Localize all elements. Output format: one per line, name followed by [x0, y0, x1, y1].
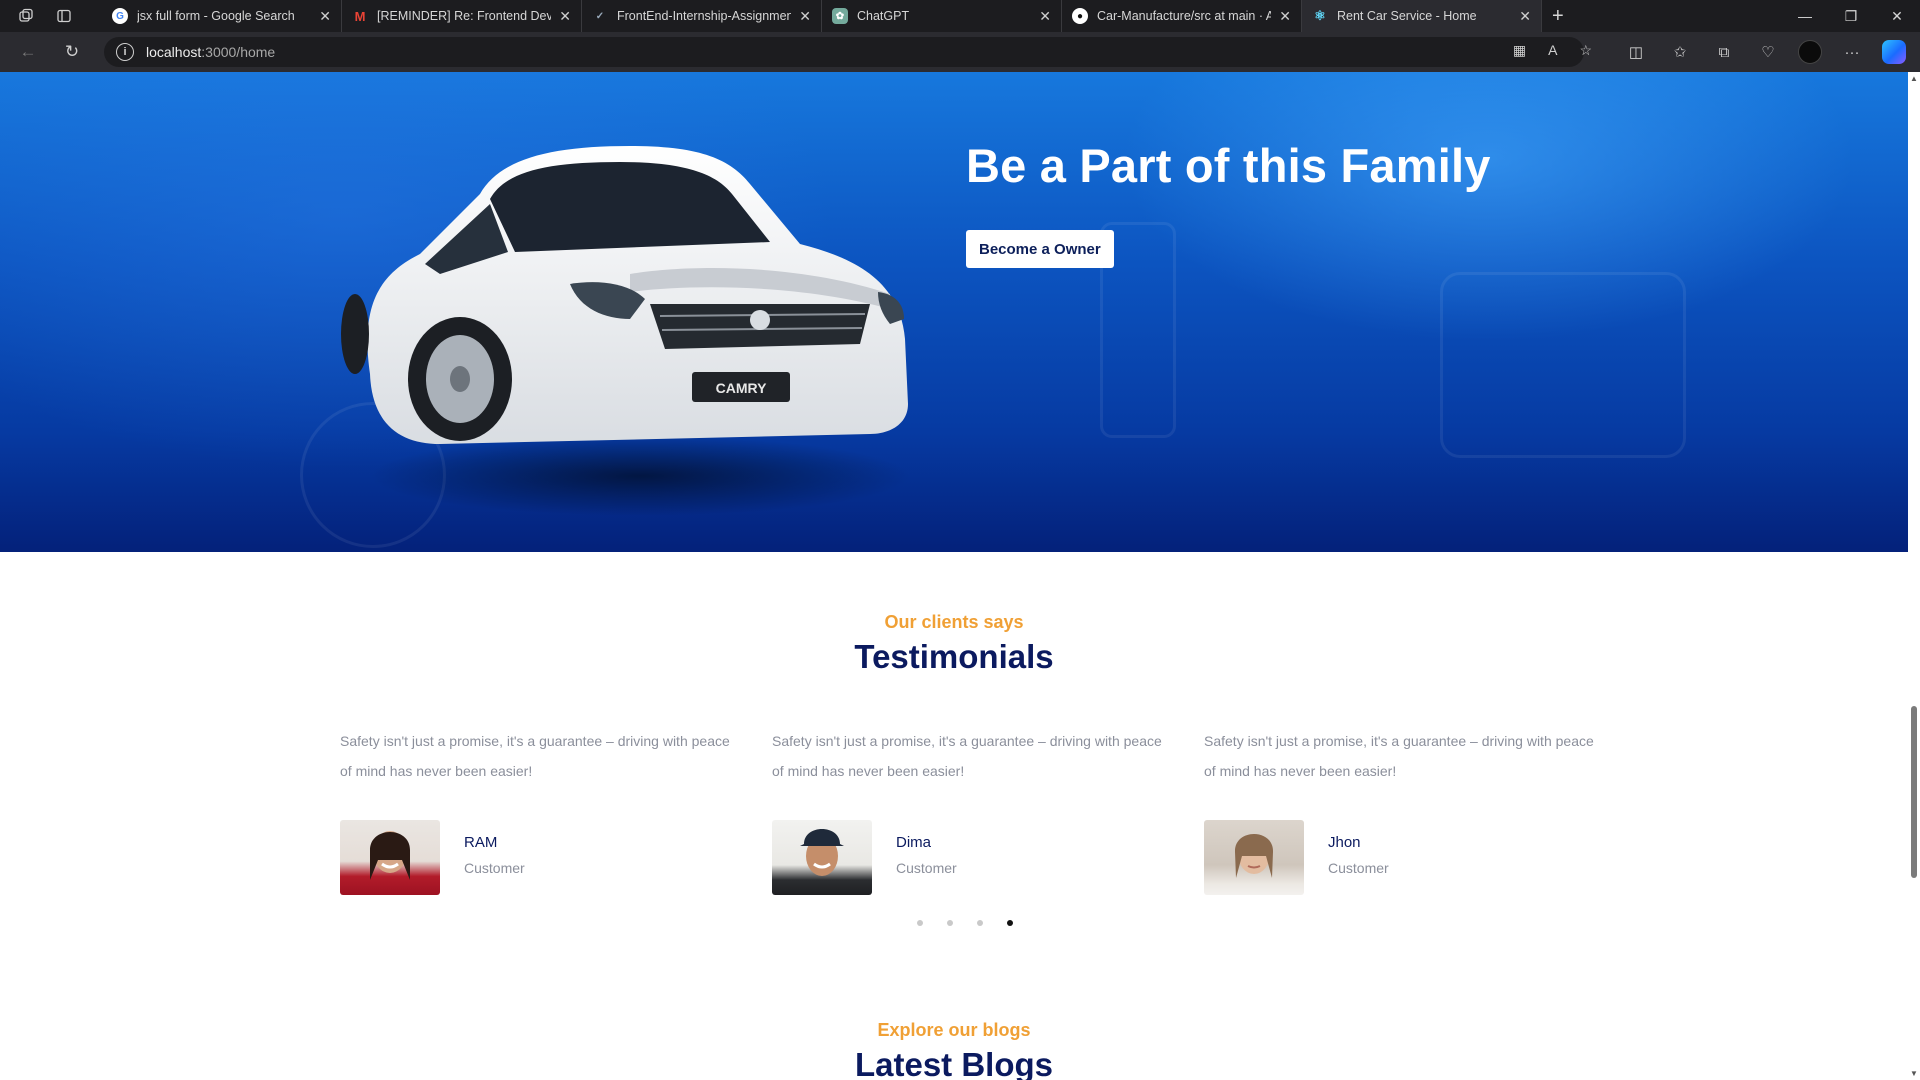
close-window-icon[interactable]: ✕: [1874, 0, 1920, 32]
url-host: localhost: [146, 44, 202, 60]
testimonials-title: Testimonials: [854, 638, 1054, 675]
browser-essentials-icon[interactable]: ♡: [1754, 38, 1782, 66]
testimonials-subtitle: Our clients says: [884, 612, 1024, 632]
tab-bar-controls: [0, 6, 102, 26]
carousel-dot-2[interactable]: [947, 920, 953, 926]
testimonial-quote: Safety isn't just a promise, it's a guar…: [340, 733, 730, 779]
page-scrollbar[interactable]: ▲ ▼: [1908, 72, 1920, 1080]
favorites-icon[interactable]: ✩: [1666, 38, 1694, 66]
customer-name: Jhon: [1328, 834, 1361, 851]
close-tab-icon[interactable]: ✕: [559, 8, 571, 25]
tab-title: ChatGPT: [857, 9, 910, 23]
tab-title: FrontEnd-Internship-Assignment: [617, 9, 792, 23]
browser-tab-bar: G jsx full form - Google Search ✕ M [REM…: [0, 0, 1920, 32]
profile-avatar[interactable]: [1798, 40, 1822, 64]
close-tab-icon[interactable]: ✕: [319, 8, 331, 25]
customer-name: Dima: [896, 834, 932, 851]
tab-actions-icon[interactable]: [54, 6, 74, 26]
new-tab-button[interactable]: +: [1552, 5, 1564, 28]
gmail-icon: M: [354, 8, 366, 24]
testimonial-card: Safety isn't just a promise, it's a guar…: [772, 726, 1172, 895]
github-icon: ●: [1072, 8, 1088, 24]
react-icon: ⚛: [1314, 8, 1326, 23]
address-bar[interactable]: i localhost:3000/home: [104, 37, 1584, 67]
tab-github[interactable]: ● Car-Manufacture/src at main · Ar ✕: [1062, 0, 1302, 32]
carousel-dot-4-active[interactable]: [1007, 920, 1013, 926]
favorite-star-icon[interactable]: ☆: [1579, 42, 1592, 59]
collections-icon[interactable]: ⧉: [1710, 38, 1738, 66]
close-tab-icon[interactable]: ✕: [799, 8, 811, 25]
tab-frontend-assignment[interactable]: ✓ FrontEnd-Internship-Assignment ✕: [582, 0, 822, 32]
tab-title: jsx full form - Google Search: [137, 9, 295, 23]
page-viewport: CAMRY Be a Part of this Family Become a …: [0, 72, 1908, 1080]
scrollbar-thumb[interactable]: [1911, 706, 1917, 878]
scroll-down-arrow-icon[interactable]: ▼: [1909, 1069, 1919, 1078]
tab-title: Car-Manufacture/src at main · Ar: [1097, 9, 1272, 23]
site-info-icon[interactable]: i: [116, 43, 134, 61]
tab-title: [REMINDER] Re: Frontend Develo: [377, 9, 552, 23]
testimonial-card: Safety isn't just a promise, it's a guar…: [340, 726, 740, 895]
testimonial-quote: Safety isn't just a promise, it's a guar…: [1204, 733, 1594, 779]
license-plate-text: CAMRY: [716, 380, 767, 396]
internshala-icon: ✓: [595, 10, 605, 22]
testimonial-quote: Safety isn't just a promise, it's a guar…: [772, 733, 1162, 779]
browser-tools: ◫ ✩ ⧉ ♡ ···: [1622, 38, 1906, 66]
customer-avatar: [1204, 820, 1304, 895]
workspaces-icon[interactable]: [16, 6, 36, 26]
close-tab-icon[interactable]: ✕: [1519, 8, 1531, 25]
blogs-subtitle: Explore our blogs: [877, 1020, 1031, 1040]
car-image: CAMRY: [341, 146, 910, 516]
tab-gmail[interactable]: M [REMINDER] Re: Frontend Develo ✕: [342, 0, 582, 32]
blogs-title: Latest Blogs: [854, 1046, 1054, 1080]
customer-name: RAM: [464, 834, 498, 851]
customer-avatar: [772, 820, 872, 895]
chatgpt-icon: ✿: [832, 8, 848, 24]
carousel-dot-3[interactable]: [977, 920, 983, 926]
back-icon[interactable]: ←: [14, 38, 42, 66]
window-controls: — ❐ ✕: [1782, 0, 1920, 32]
tab-title: Rent Car Service - Home: [1337, 9, 1477, 23]
hero-background-decor: [1440, 272, 1686, 458]
customer-avatar: [340, 820, 440, 895]
tab-chatgpt[interactable]: ✿ ChatGPT ✕: [822, 0, 1062, 32]
url-path: :3000/home: [201, 44, 276, 60]
close-tab-icon[interactable]: ✕: [1279, 8, 1291, 25]
tab-rent-car-home[interactable]: ⚛ Rent Car Service - Home ✕: [1302, 0, 1542, 32]
read-aloud-icon[interactable]: A: [1548, 42, 1557, 59]
carousel-dot-1[interactable]: [917, 920, 923, 926]
more-options-icon[interactable]: ···: [1838, 38, 1866, 66]
minimize-icon[interactable]: —: [1782, 0, 1828, 32]
testimonial-card: Safety isn't just a promise, it's a guar…: [1204, 726, 1604, 895]
customer-role: Customer: [464, 860, 525, 876]
address-bar-actions: ▦ A ☆: [1513, 42, 1592, 59]
become-owner-button[interactable]: Become a Owner: [966, 230, 1114, 268]
refresh-icon[interactable]: ↻: [58, 38, 86, 66]
google-icon: G: [112, 8, 128, 24]
browser-toolbar: ← ↻ i localhost:3000/home ▦ A ☆ ◫ ✩ ⧉ ♡ …: [0, 32, 1920, 72]
close-tab-icon[interactable]: ✕: [1039, 8, 1051, 25]
customer-role: Customer: [1328, 860, 1389, 876]
copilot-icon[interactable]: [1882, 40, 1906, 64]
hero-section: CAMRY Be a Part of this Family Become a …: [0, 72, 1908, 552]
split-screen-icon[interactable]: ◫: [1622, 38, 1650, 66]
restore-icon[interactable]: ❐: [1828, 0, 1874, 32]
tab-google-search[interactable]: G jsx full form - Google Search ✕: [102, 0, 342, 32]
hero-title: Be a Part of this Family: [966, 139, 1491, 192]
carousel-pagination: [917, 920, 1013, 926]
app-available-icon[interactable]: ▦: [1513, 42, 1526, 59]
scroll-up-arrow-icon[interactable]: ▲: [1909, 74, 1919, 83]
customer-role: Customer: [896, 860, 957, 876]
